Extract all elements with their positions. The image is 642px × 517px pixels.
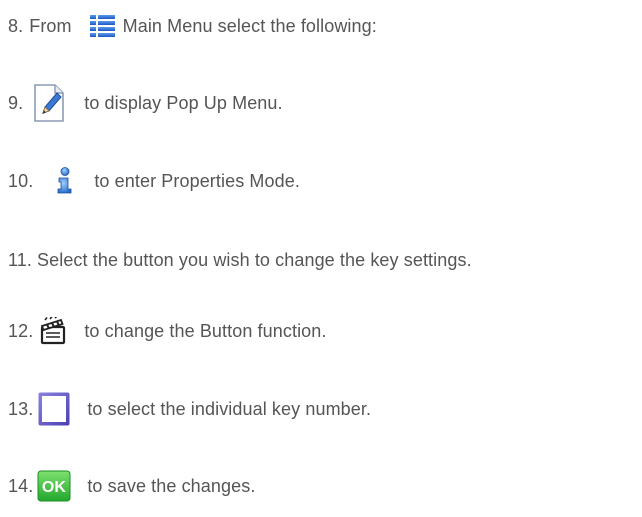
step-text: to save the changes. <box>87 475 256 496</box>
step-10: 10. to enter Properties Mode. <box>8 161 300 201</box>
ok-button-icon: OK <box>37 470 71 502</box>
clapperboard-icon <box>39 317 67 345</box>
step-text: Main Menu select the following: <box>122 15 377 36</box>
info-properties-icon <box>55 167 75 195</box>
step-number: 13. <box>8 398 34 419</box>
step-number: 9. <box>8 92 24 113</box>
step-text: to change the Button function. <box>84 320 327 341</box>
step-11: 11. Select the button you wish to change… <box>8 240 472 280</box>
step-13: 13. to select the individual key number. <box>8 389 371 429</box>
step-number: 12. <box>8 320 34 341</box>
key-square-icon <box>37 391 71 427</box>
step-text: to enter Properties Mode. <box>94 170 300 191</box>
step-number: 8. <box>8 15 24 36</box>
step-8: 8. From Main Menu select the following: <box>8 6 377 46</box>
edit-pencil-icon <box>33 83 65 123</box>
step-number: 11. <box>8 249 32 270</box>
main-menu-list-icon <box>89 14 115 39</box>
ok-icon-label: OK <box>42 479 67 496</box>
step-9: 9. to display Pop Up Menu. <box>8 83 283 123</box>
step-14: 14. OK to save the changes. <box>8 466 255 506</box>
step-label: From <box>29 15 72 36</box>
step-number: 14. <box>8 475 34 496</box>
step-12: 12. to change the Button function. <box>8 311 327 351</box>
step-text: to select the individual key number. <box>87 398 372 419</box>
step-number: 10. <box>8 170 34 191</box>
step-text: Select the button you wish to change the… <box>37 249 472 270</box>
step-text: to display Pop Up Menu. <box>84 92 283 113</box>
